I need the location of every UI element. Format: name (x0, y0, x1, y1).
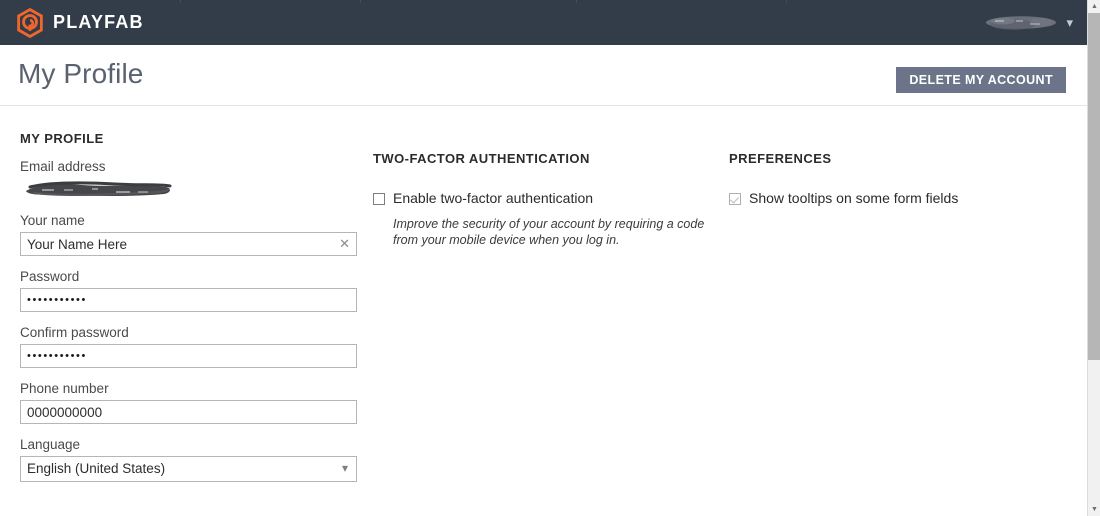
scroll-down-arrow-icon[interactable]: ▼ (1088, 503, 1100, 516)
page-header: My Profile DELETE MY ACCOUNT (0, 45, 1087, 106)
page-scrollbar[interactable]: ▲ ▼ (1087, 0, 1100, 516)
playfab-hexagon-logo-icon (16, 7, 44, 38)
email-address-label: Email address (20, 159, 106, 174)
enable-two-factor-label: Enable two-factor authentication (393, 190, 594, 206)
language-label: Language (20, 437, 81, 452)
email-address-redacted-value (20, 178, 180, 200)
language-select[interactable]: English (United States) (20, 456, 357, 482)
confirm-password-field: Confirm password (20, 325, 365, 368)
profile-content: MY PROFILE Email address Your name Your … (0, 106, 1087, 516)
your-name-label: Your name (20, 213, 85, 228)
user-name-redacted (983, 14, 1059, 31)
phone-number-label: Phone number (20, 381, 109, 396)
top-navbar: PLAYFAB ▾ (0, 0, 1087, 45)
scroll-up-arrow-icon[interactable]: ▲ (1088, 0, 1100, 13)
user-menu[interactable]: ▾ (983, 0, 1073, 45)
language-field: Language English (United States) ▾ (20, 437, 365, 482)
show-tooltips-row[interactable]: Show tooltips on some form fields (729, 190, 1059, 207)
navbar-dotted-dividers (0, 0, 1087, 45)
chevron-down-icon[interactable]: ▾ (1066, 16, 1073, 29)
confirm-password-input[interactable] (20, 344, 357, 368)
enable-two-factor-checkbox[interactable] (373, 193, 385, 205)
two-factor-section-title: TWO-FACTOR AUTHENTICATION (373, 151, 590, 166)
my-profile-column: MY PROFILE Email address Your name Your … (20, 106, 365, 482)
brand-home-link[interactable]: PLAYFAB (0, 0, 144, 45)
your-name-field: Your name ✕ (20, 213, 365, 256)
your-name-input[interactable] (20, 232, 357, 256)
my-profile-section-title: MY PROFILE (20, 131, 104, 146)
phone-number-input[interactable] (20, 400, 357, 424)
show-tooltips-checkbox[interactable] (729, 193, 741, 205)
brand-name-label: PLAYFAB (53, 12, 144, 32)
email-address-field: Email address (20, 159, 365, 200)
close-x-icon[interactable]: ✕ (339, 235, 350, 253)
two-factor-column: TWO-FACTOR AUTHENTICATION Enable two-fac… (373, 106, 713, 248)
password-field: Password (20, 269, 365, 312)
preferences-section-title: PREFERENCES (729, 151, 832, 166)
scrollbar-thumb[interactable] (1088, 13, 1100, 360)
enable-two-factor-row[interactable]: Enable two-factor authentication (373, 190, 713, 207)
delete-my-account-button[interactable]: DELETE MY ACCOUNT (896, 67, 1066, 93)
show-tooltips-label: Show tooltips on some form fields (749, 190, 959, 206)
page-title: My Profile (18, 58, 144, 89)
password-input[interactable] (20, 288, 357, 312)
two-factor-help-text: Improve the security of your account by … (393, 217, 705, 247)
phone-number-field: Phone number (20, 381, 365, 424)
password-label: Password (20, 269, 80, 284)
preferences-column: PREFERENCES Show tooltips on some form f… (729, 106, 1059, 207)
app-root: PLAYFAB ▾ My Profile DELETE MY ACCOUNT M… (0, 0, 1100, 516)
confirm-password-label: Confirm password (20, 325, 129, 340)
